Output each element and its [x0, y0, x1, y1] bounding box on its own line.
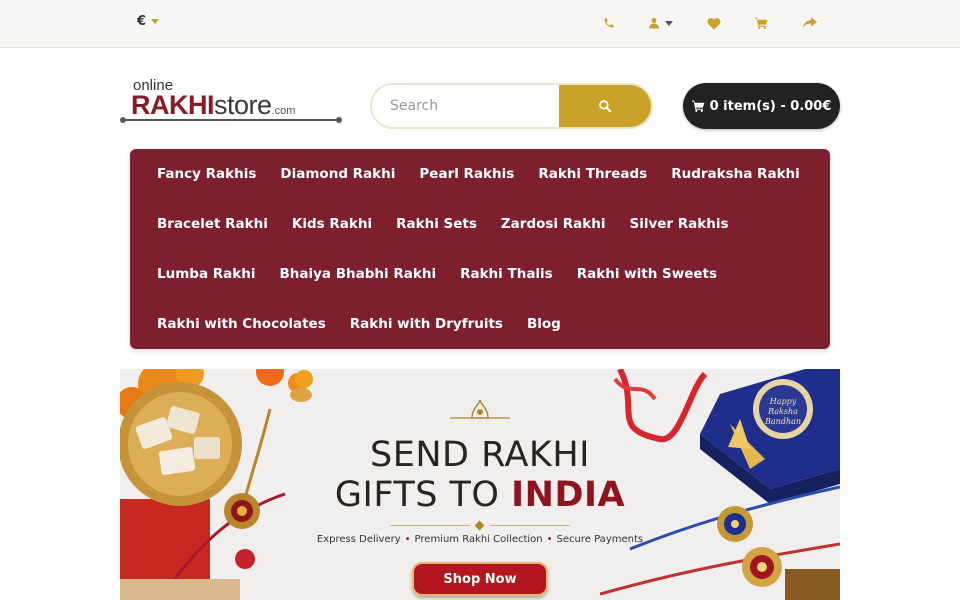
menu-row: Rakhi with Chocolates Rakhi with Dryfrui…	[157, 299, 830, 349]
banner-features: Express Delivery • Premium Rakhi Collectio…	[316, 534, 644, 545]
chevron-down-icon	[151, 19, 160, 24]
menu-item-rakhi-threads[interactable]: Rakhi Threads	[538, 166, 647, 182]
banner-content: SEND RAKHI GIFTS TO INDIA Express Delive…	[120, 369, 840, 600]
heart-icon[interactable]	[707, 13, 721, 33]
divider-line	[490, 525, 570, 526]
feature-secure-payments: Secure Payments	[556, 534, 644, 545]
menu-item-zardosi-rakhi[interactable]: Zardosi Rakhi	[501, 216, 606, 232]
currency-symbol: €	[137, 14, 147, 29]
cart-icon[interactable]	[755, 13, 768, 33]
logo-wordmark: RAKHIstore.com	[131, 90, 296, 120]
hero-banner[interactable]: Happy Raksha Bandhan SEND RAKHI GIFTS TO…	[120, 369, 840, 600]
chevron-down-icon	[665, 20, 673, 26]
share-icon[interactable]	[803, 13, 817, 33]
feature-premium-collection: Premium Rakhi Collection	[414, 534, 543, 545]
menu-item-diamond-rakhi[interactable]: Diamond Rakhi	[280, 166, 395, 182]
feature-express-delivery: Express Delivery	[316, 534, 401, 545]
menu-item-rakhi-with-chocolates[interactable]: Rakhi with Chocolates	[157, 316, 326, 332]
search-icon	[599, 100, 612, 113]
user-menu[interactable]	[648, 13, 673, 33]
menu-row: Lumba Rakhi Bhaiya Bhabhi Rakhi Rakhi Th…	[157, 249, 830, 299]
menu-item-bhaiya-bhabhi-rakhi[interactable]: Bhaiya Bhabhi Rakhi	[279, 266, 436, 282]
menu-item-rakhi-thalis[interactable]: Rakhi Thalis	[460, 266, 553, 282]
menu-item-blog[interactable]: Blog	[527, 316, 561, 332]
search-button[interactable]	[559, 85, 651, 127]
user-icon	[649, 18, 659, 29]
search-input[interactable]	[372, 85, 562, 127]
menu-row: Fancy Rakhis Diamond Rakhi Pearl Rakhis …	[157, 149, 830, 199]
menu-item-rudraksha-rakhi[interactable]: Rudraksha Rakhi	[671, 166, 800, 182]
cart-button[interactable]: 0 item(s) - 0.00€	[683, 83, 840, 129]
divider-diamond-icon	[474, 520, 485, 531]
phone-icon[interactable]	[603, 13, 615, 33]
menu-item-rakhi-with-dryfruits[interactable]: Rakhi with Dryfruits	[350, 316, 503, 332]
menu-item-kids-rakhi[interactable]: Kids Rakhi	[292, 216, 372, 232]
menu-item-rakhi-sets[interactable]: Rakhi Sets	[396, 216, 477, 232]
ornament-icon	[450, 400, 510, 419]
cart-icon	[691, 100, 705, 112]
divider-line	[390, 525, 470, 526]
top-bar: €	[0, 0, 960, 48]
shop-now-button[interactable]: Shop Now	[412, 562, 548, 596]
logo-underline	[120, 117, 342, 123]
menu-item-bracelet-rakhi[interactable]: Bracelet Rakhi	[157, 216, 268, 232]
category-menu: Fancy Rakhis Diamond Rakhi Pearl Rakhis …	[130, 149, 830, 349]
menu-item-fancy-rakhis[interactable]: Fancy Rakhis	[157, 166, 256, 182]
menu-item-lumba-rakhi[interactable]: Lumba Rakhi	[157, 266, 255, 282]
menu-row: Bracelet Rakhi Kids Rakhi Rakhi Sets Zar…	[157, 199, 830, 249]
menu-item-pearl-rakhis[interactable]: Pearl Rakhis	[419, 166, 514, 182]
cart-summary: 0 item(s) - 0.00€	[709, 98, 832, 114]
banner-headline-line2: GIFTS TO INDIA	[334, 475, 626, 515]
search-bar	[370, 83, 653, 129]
currency-selector[interactable]: €	[137, 14, 160, 29]
banner-headline-line1: SEND RAKHI	[369, 435, 591, 475]
menu-item-rakhi-with-sweets[interactable]: Rakhi with Sweets	[577, 266, 717, 282]
menu-item-silver-rakhis[interactable]: Silver Rakhis	[629, 216, 728, 232]
site-logo[interactable]: online RAKHIstore.com	[120, 76, 342, 126]
